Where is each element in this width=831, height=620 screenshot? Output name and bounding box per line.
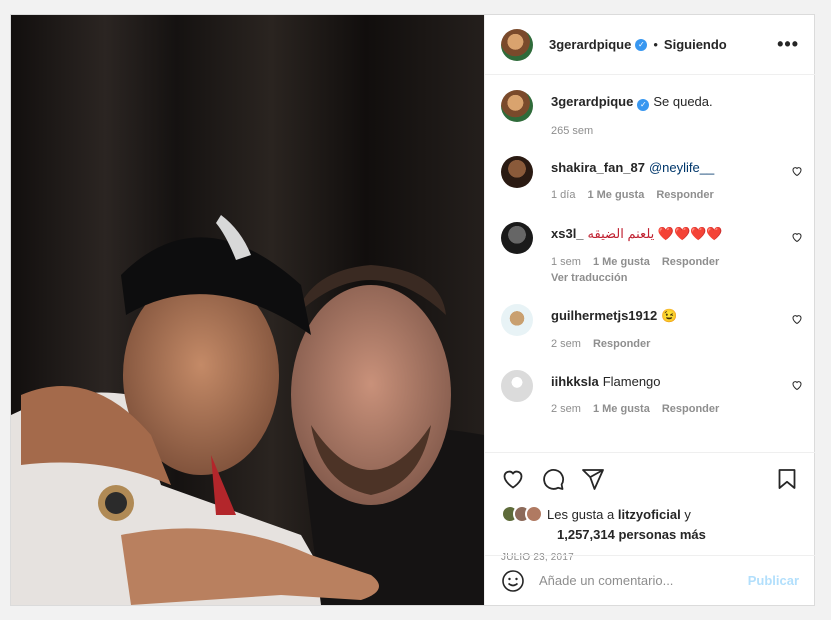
add-comment-bar: Publicar [485, 555, 815, 605]
likes-count[interactable]: 1,257,314 personas más [557, 527, 799, 542]
reply-button[interactable]: Responder [593, 338, 650, 350]
heart-icon[interactable] [791, 313, 803, 325]
reply-button[interactable]: Responder [656, 189, 713, 201]
save-bookmark-icon[interactable] [775, 467, 799, 491]
reply-button[interactable]: Responder [662, 256, 719, 268]
commenter-avatar[interactable] [501, 304, 533, 336]
comment-time[interactable]: 1 sem [551, 256, 581, 268]
share-plane-icon[interactable] [581, 467, 605, 491]
verified-badge-icon: ✓ [637, 99, 650, 111]
reply-button[interactable]: Responder [662, 403, 719, 415]
heart-icon[interactable] [791, 165, 803, 177]
commenter-avatar[interactable] [501, 156, 533, 188]
comment-likes[interactable]: 1 Me gusta [587, 189, 644, 201]
comment-text: 😉 [661, 308, 678, 323]
heart-icon[interactable] [791, 231, 803, 243]
post-actions: Les gusta a litzyoficial y 1,257,314 per… [485, 452, 815, 563]
liker-avatar [525, 505, 543, 523]
commenter-username[interactable]: xs3l_ [551, 226, 584, 241]
likes-connector: y [684, 506, 691, 522]
separator-dot: • [653, 37, 658, 52]
commenter-avatar[interactable] [501, 222, 533, 254]
comment-likes[interactable]: 1 Me gusta [593, 256, 650, 268]
liker-username[interactable]: litzyoficial [618, 507, 681, 522]
emoji-icon[interactable] [501, 569, 525, 593]
heart-icon[interactable] [791, 379, 803, 391]
commenter-username[interactable]: shakira_fan_87 [551, 160, 645, 175]
liker-avatars[interactable] [501, 505, 543, 523]
publish-button[interactable]: Publicar [748, 573, 799, 588]
comment-text: يلعنم الضيقه ❤️❤️❤️❤️ [587, 226, 723, 241]
like-heart-icon[interactable] [501, 467, 525, 491]
selfie-image [11, 15, 484, 605]
see-translation-button[interactable]: Ver traducción [551, 272, 627, 284]
caption-text: Se queda. [653, 94, 713, 109]
likes-prefix: Les gusta a [547, 506, 615, 522]
comment-time[interactable]: 2 sem [551, 403, 581, 415]
comment-bubble-icon[interactable] [541, 467, 565, 491]
commenter-username[interactable]: guilhermetjs1912 [551, 308, 657, 323]
caption-username[interactable]: 3gerardpique [551, 94, 633, 109]
comments-list[interactable]: 3gerardpique ✓ Se queda. 265 sem shakira_f… [485, 76, 815, 450]
commenter-username[interactable]: iihkksla [551, 374, 599, 389]
instagram-post: 3gerardpique ✓ • Siguiendo ••• 3gerardpi… [10, 14, 815, 606]
comment-time[interactable]: 1 día [551, 189, 575, 201]
comment-text[interactable]: @neylife__ [649, 160, 714, 175]
following-button[interactable]: Siguiendo [664, 37, 727, 52]
post-header: 3gerardpique ✓ • Siguiendo ••• [485, 15, 815, 75]
comment-time[interactable]: 2 sem [551, 338, 581, 350]
author-username[interactable]: 3gerardpique [549, 37, 631, 52]
likes-summary: Les gusta a litzyoficial y [501, 505, 799, 523]
comment-text: Flamengo [602, 374, 661, 389]
comment-likes[interactable]: 1 Me gusta [593, 403, 650, 415]
post-photo[interactable] [11, 15, 484, 605]
caption-time[interactable]: 265 sem [551, 125, 593, 137]
author-avatar[interactable] [501, 28, 533, 61]
default-avatar-icon[interactable] [501, 370, 533, 402]
author-avatar[interactable] [501, 90, 533, 122]
verified-badge-icon: ✓ [635, 38, 648, 51]
post-sidebar: 3gerardpique ✓ • Siguiendo ••• 3gerardpi… [484, 15, 815, 605]
comment-input[interactable] [539, 573, 748, 588]
more-options-icon[interactable]: ••• [777, 34, 799, 55]
